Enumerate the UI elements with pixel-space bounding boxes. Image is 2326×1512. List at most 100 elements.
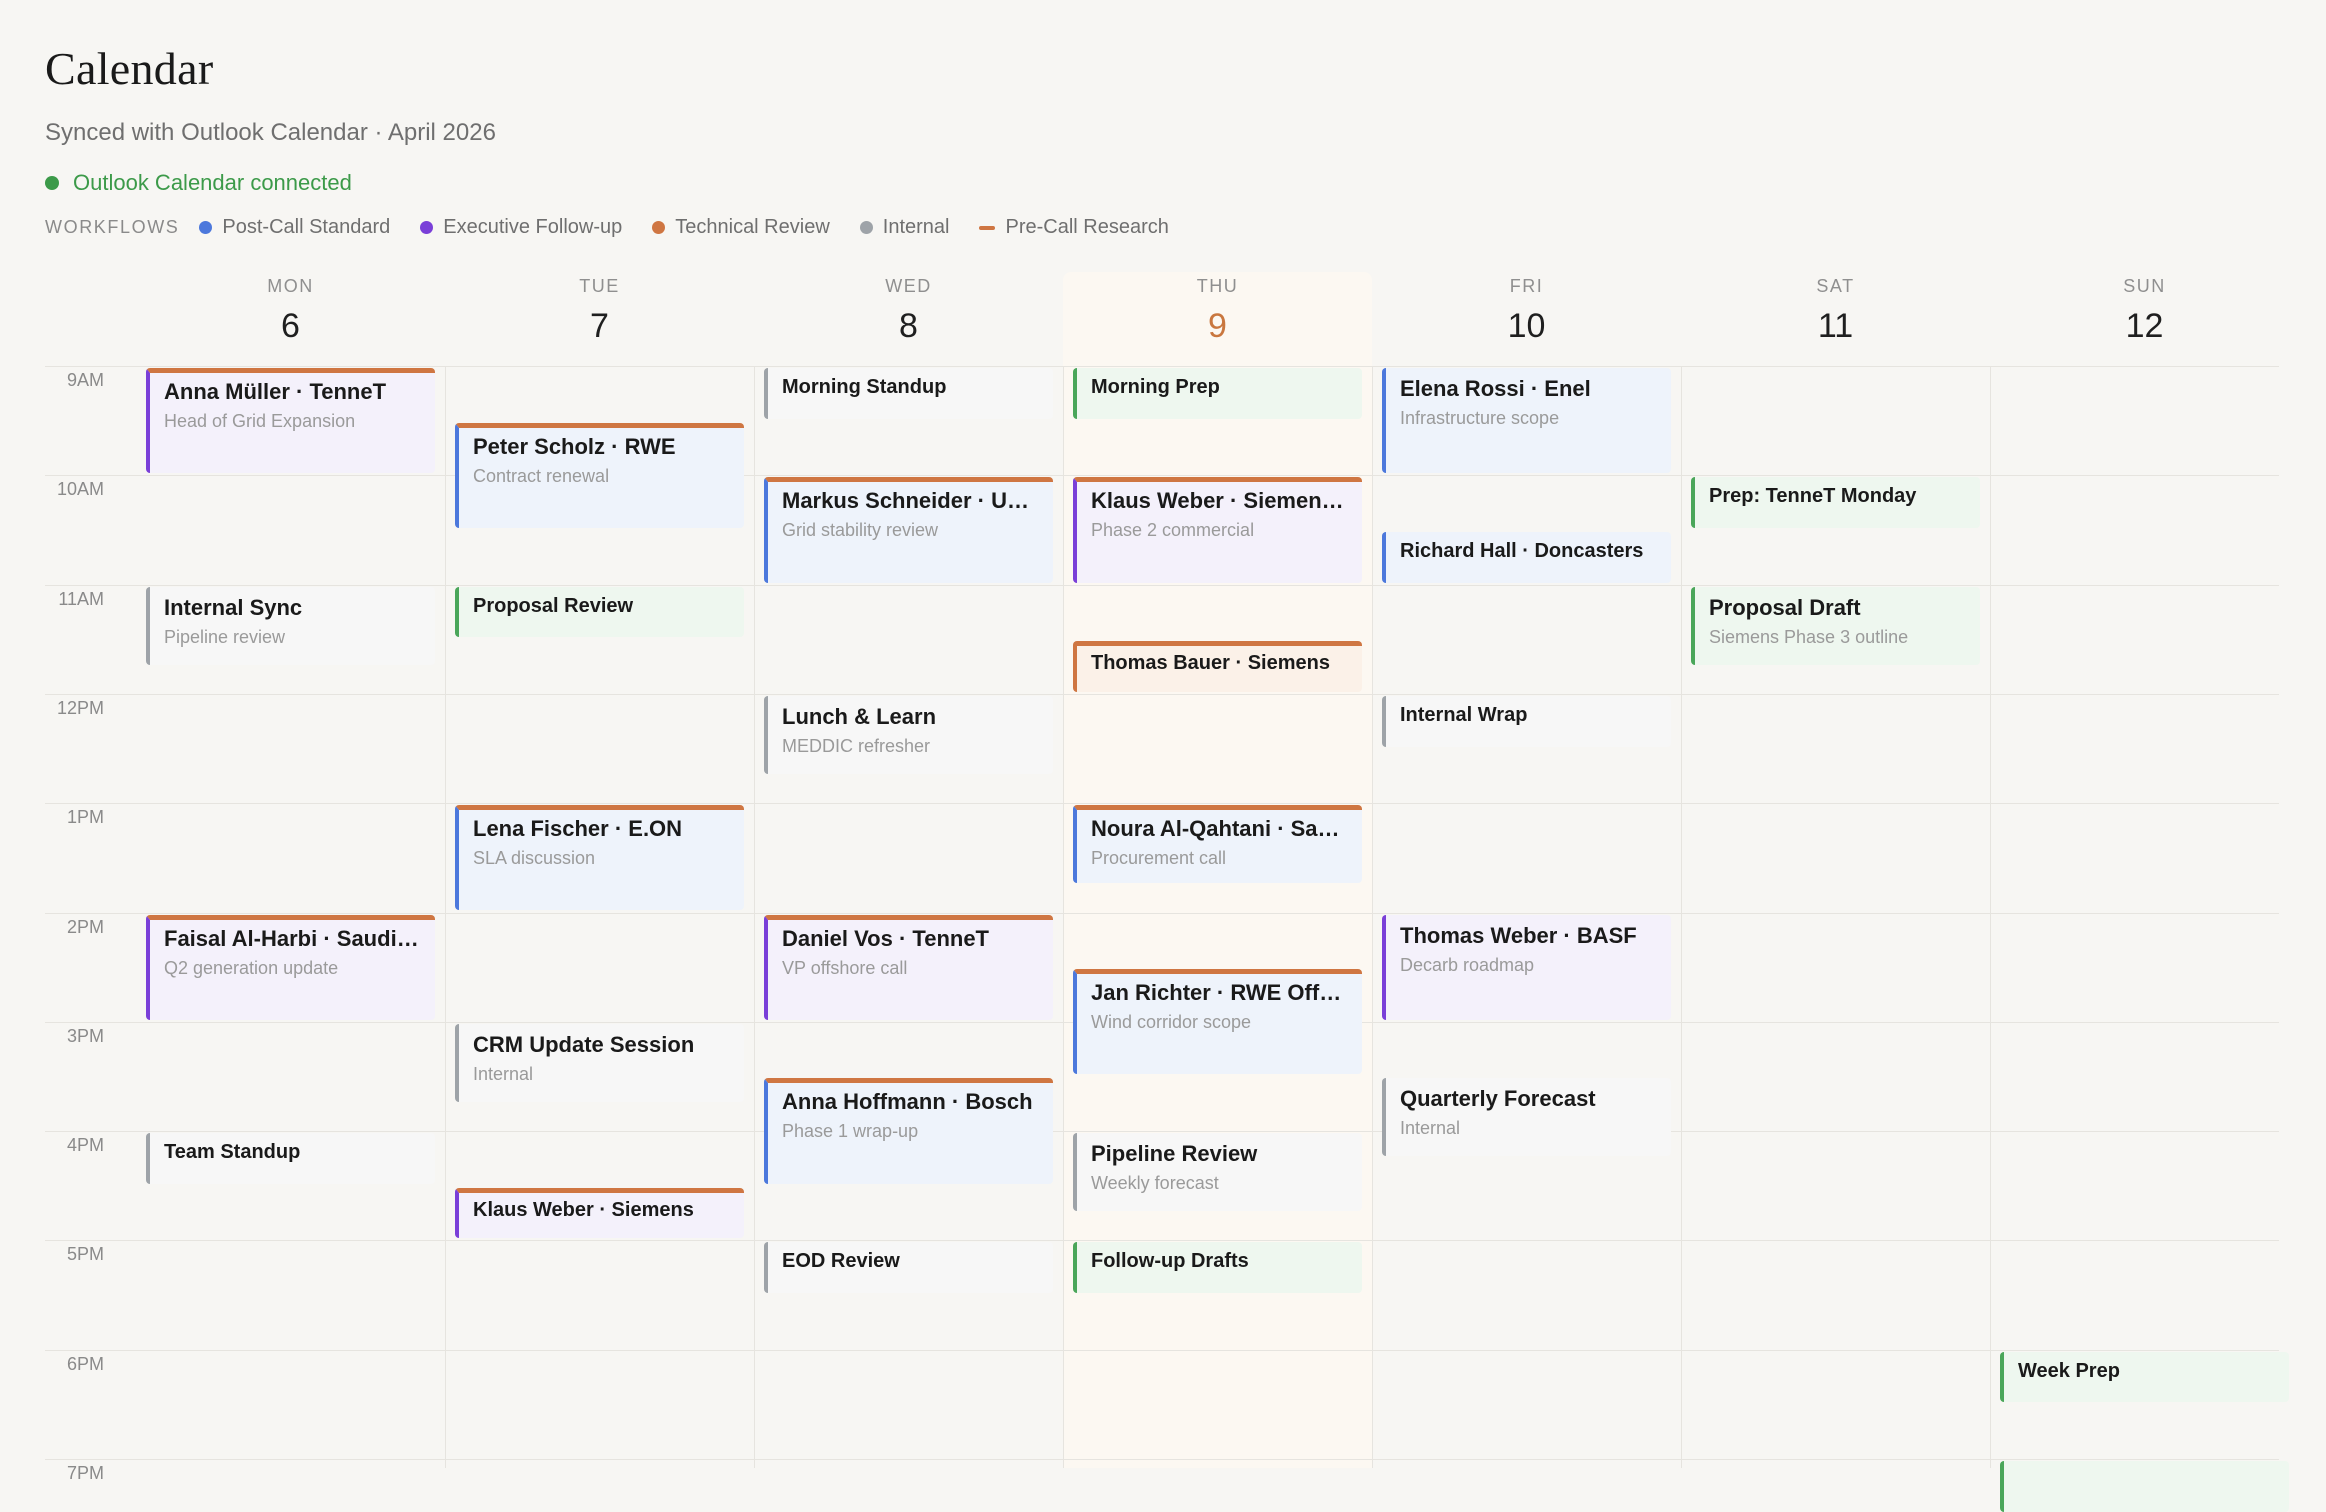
hour-label: 4PM [66,1135,104,1156]
calendar-event[interactable]: EOD Review [764,1242,1053,1294]
day-header-tue[interactable]: TUE 7 [445,272,754,362]
event-title: Klaus Weber · Siemens Energy [1091,488,1350,514]
day-number: 9 [1208,307,1227,345]
legend-label: Internal [882,216,950,238]
event-subtitle: Phase 1 wrap-up [782,1121,919,1142]
day-column-divider [445,366,755,1468]
day-header-sun[interactable]: SUN 12 [1990,272,2299,362]
legend-title: WORKFLOWS [45,217,180,237]
calendar-event[interactable]: Team Standup [146,1133,435,1184]
legend-item-pre-call-research[interactable]: Pre-Call Research [979,216,1169,239]
hour-label: 10AM [56,479,104,500]
legend-item-post-call-standard[interactable]: Post-Call Standard [199,216,390,239]
calendar-event[interactable]: Peter Scholz · RWE Contract renewal [455,422,744,528]
day-column-divider [1681,366,1991,1468]
calendar-event[interactable]: Anna Müller · TenneT Head of Grid Expansi… [146,368,435,474]
calendar-event[interactable]: Faisal Al-Harbi · Saudi Aramco Q2 generat… [146,914,435,1020]
event-title: CRM Update Session [473,1031,695,1057]
hour-label: 1PM [66,807,104,828]
event-subtitle: Internal [1400,1118,1461,1139]
day-header-fri[interactable]: FRI 10 [1372,272,1681,362]
event-title: Internal Sync [164,594,303,620]
workflow-legend: WORKFLOWS Post-Call Standard Executive F… [45,216,1199,239]
calendar-event[interactable]: Proposal Draft Siemens Phase 3 outline [1691,586,1980,665]
event-subtitle: Siemens Phase 3 outline [1709,626,1909,647]
event-title: Thomas Bauer · Siemens [1091,652,1330,675]
day-header-sat[interactable]: SAT 11 [1681,272,1990,362]
calendar-event[interactable]: Pipeline Review Weekly forecast [1073,1133,1362,1212]
calendar-event[interactable]: Proposal Review [455,586,744,638]
legend-item-internal[interactable]: Internal [859,216,950,239]
status-dot-icon [45,176,59,190]
event-title: Team Standup [164,1141,301,1164]
connection-status: Outlook Calendar connected [45,170,352,196]
legend-item-technical-review[interactable]: Technical Review [652,216,830,239]
day-number: 8 [899,307,918,345]
calendar-event[interactable] [2000,1461,2289,1512]
event-title: Richard Hall · Doncasters [1400,539,1644,562]
event-subtitle: Q2 generation update [164,957,339,978]
calendar-event[interactable]: Richard Hall · Doncasters [1382,531,1671,583]
legend-dot-icon [199,221,213,234]
event-subtitle: Decarb roadmap [1400,954,1535,975]
event-subtitle: Phase 2 commercial [1091,520,1255,541]
calendar-event[interactable]: Markus Schneider · Uniper Grid stability … [764,477,1053,583]
day-number: 6 [281,307,300,345]
legend-label: Executive Follow-up [443,216,623,238]
event-title: Quarterly Forecast [1400,1086,1596,1112]
calendar-event[interactable]: Anna Hoffmann · Bosch Phase 1 wrap-up [764,1078,1053,1184]
hour-label: 2PM [66,916,104,937]
calendar-event[interactable]: Week Prep [2000,1351,2289,1403]
day-header-thu[interactable]: THU 9 [1063,272,1372,362]
event-subtitle: Grid stability review [782,520,939,541]
calendar-event[interactable]: Thomas Weber · BASF Decarb roadmap [1382,914,1671,1020]
calendar-event[interactable]: Quarterly Forecast Internal [1382,1078,1671,1157]
event-title: Morning Standup [782,376,947,398]
calendar-event[interactable]: CRM Update Session Internal [455,1023,744,1102]
calendar-event[interactable]: Lena Fischer · E.ON SLA discussion [455,805,744,911]
calendar-event[interactable]: Klaus Weber · Siemens [455,1187,744,1239]
event-title: Follow-up Drafts [1091,1250,1249,1273]
event-subtitle: Internal [473,1063,534,1084]
sync-subtitle: Synced with Outlook Calendar · April 202… [45,119,496,146]
calendar-event[interactable]: Follow-up Drafts [1073,1242,1362,1294]
hour-label: 9AM [66,370,104,390]
calendar-event[interactable]: Internal Sync Pipeline review [146,586,435,665]
calendar-event[interactable]: Klaus Weber · Siemens Energy Phase 2 comm… [1073,477,1362,583]
event-subtitle: Head of Grid Expansion [164,411,356,431]
legend-label: Technical Review [675,216,830,238]
calendar-event[interactable]: Noura Al-Qahtani · Saudi Electricity Proc… [1073,805,1362,884]
legend-dot-icon [652,221,666,234]
calendar-event[interactable]: Lunch & Learn MEDDIC refresher [764,695,1053,774]
calendar-event[interactable]: Prep: TenneT Monday [1691,477,1980,528]
event-title: Week Prep [2018,1359,2120,1382]
legend-item-executive-follow-up[interactable]: Executive Follow-up [420,216,622,239]
day-number: 11 [1817,307,1854,345]
event-title: Markus Schneider · Uniper [782,488,1041,514]
event-title: Peter Scholz · RWE [473,433,676,459]
event-subtitle: Wind corridor scope [1091,1012,1252,1033]
event-subtitle: Pipeline review [164,626,286,647]
legend-label: Pre-Call Research [1005,216,1169,238]
day-header-mon[interactable]: MON 6 [136,272,445,362]
event-subtitle: VP offshore call [782,957,908,978]
day-of-week-label: SUN [2123,276,2166,296]
event-title: Pipeline Review [1091,1141,1258,1167]
calendar-event[interactable]: Morning Standup [764,368,1053,419]
event-title: Lena Fischer · E.ON [473,816,683,842]
calendar-event[interactable]: Daniel Vos · TenneT VP offshore call [764,914,1053,1020]
event-title: Prep: TenneT Monday [1709,485,1917,508]
calendar-event[interactable]: Jan Richter · RWE Offshore Wind corridor … [1073,969,1362,1075]
event-title: Morning Prep [1091,376,1220,398]
event-subtitle: MEDDIC refresher [782,735,931,756]
hour-label: 7PM [66,1463,104,1483]
calendar-event[interactable]: Morning Prep [1073,368,1362,419]
day-header-wed[interactable]: WED 8 [754,272,1063,362]
event-subtitle: Weekly forecast [1091,1173,1219,1194]
hour-label: 11AM [58,588,104,609]
calendar-event[interactable]: Thomas Bauer · Siemens [1073,641,1362,692]
calendar-event[interactable]: Internal Wrap [1382,695,1671,747]
event-title: Thomas Weber · BASF [1400,922,1637,948]
calendar-event[interactable]: Elena Rossi · Enel Infrastructure scope [1382,368,1671,474]
hour-label: 6PM [66,1353,104,1374]
